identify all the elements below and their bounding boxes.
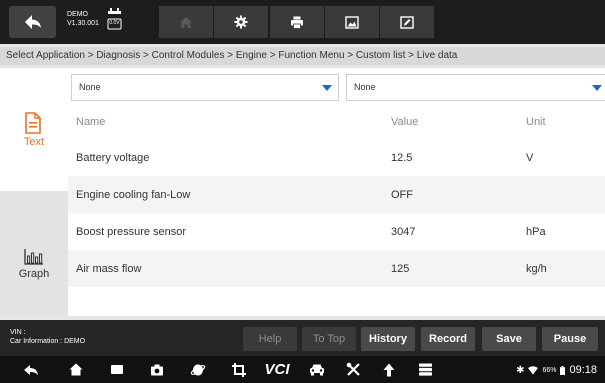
car-icon [310, 364, 324, 376]
home-icon [69, 363, 83, 376]
chevron-down-icon [592, 85, 602, 91]
text-view-tab[interactable]: Text [0, 68, 68, 191]
home-button[interactable] [159, 6, 213, 38]
vin-label: VIN : [10, 329, 26, 336]
nav-camera-button[interactable] [146, 356, 168, 383]
edit-icon [400, 15, 414, 29]
row-name: Air mass flow [76, 262, 142, 275]
tools-icon [346, 362, 360, 376]
nav-browser-button[interactable] [187, 356, 209, 383]
live-data-panel: None None Name Value Unit Battery voltag… [68, 68, 605, 316]
view-mode-sidebar: Text Graph [0, 68, 68, 316]
settings-button[interactable] [214, 6, 268, 38]
to-top-button[interactable]: To Top [302, 327, 356, 351]
nav-vehicle-button[interactable] [306, 356, 328, 383]
browser-icon [190, 364, 206, 375]
nav-vci-button[interactable]: VCI [262, 356, 292, 383]
row-unit: hPa [526, 225, 546, 238]
printer-icon [291, 16, 303, 29]
row-value: 3047 [391, 225, 416, 238]
column-header-name: Name [76, 116, 106, 128]
row-name: Boost pressure sensor [76, 225, 187, 238]
list-menu-icon [418, 363, 432, 376]
back-button[interactable] [9, 6, 56, 38]
row-name: Engine cooling fan-Low [76, 188, 191, 201]
table-header: Name Value Unit [68, 108, 605, 136]
camera-icon [151, 364, 163, 375]
graph-view-tab[interactable]: Graph [0, 191, 68, 316]
row-value: 12.5 [391, 151, 413, 164]
column-header-value: Value [391, 116, 419, 128]
car-information: Car Information : DEMO [10, 338, 86, 345]
vci-label: VCI [264, 361, 290, 378]
print-button[interactable] [270, 6, 324, 38]
nav-tools-button[interactable] [342, 356, 364, 383]
column-header-unit: Unit [526, 116, 546, 128]
voltage-value: 0.0V [109, 20, 120, 26]
bottom-action-bar: VIN : Car Information : DEMO Help To Top… [0, 320, 605, 356]
breadcrumb: Select Application > Diagnosis > Control… [0, 47, 605, 65]
nav-back-button[interactable] [20, 356, 42, 383]
nav-home-button[interactable] [65, 356, 87, 383]
row-value: 125 [391, 262, 410, 275]
nav-menu-button[interactable] [414, 356, 436, 383]
left-filter-value: None [79, 82, 101, 92]
nav-crop-button[interactable] [228, 356, 250, 383]
battery-icon [560, 365, 566, 375]
upload-arrow-icon [383, 363, 395, 376]
gear-icon [234, 15, 248, 29]
record-button[interactable]: Record [421, 327, 475, 351]
version-label: V1.30.001 [67, 20, 99, 27]
battery-percent: 66% [542, 366, 557, 374]
recent-apps-icon [111, 365, 123, 374]
voltage-indicator: 0.0V [107, 4, 122, 34]
nav-recent-apps-button[interactable] [106, 356, 128, 383]
nav-upload-button[interactable] [378, 356, 400, 383]
demo-label: DEMO [67, 11, 88, 18]
text-document-icon [25, 112, 41, 134]
help-button[interactable]: Help [243, 327, 297, 351]
table-row[interactable]: Engine cooling fan-Low OFF [68, 176, 605, 213]
text-tab-label: Text [23, 136, 45, 148]
graph-tab-label: Graph [18, 268, 50, 280]
system-navigation-bar: VCI ✱ 66% 09:18 [0, 356, 605, 383]
vehicle-battery-icon [107, 8, 122, 30]
row-name: Battery voltage [76, 151, 150, 164]
crop-icon [232, 362, 246, 377]
vehicle-info: VIN : Car Information : DEMO [10, 328, 85, 346]
left-filter-dropdown[interactable]: None [71, 74, 339, 101]
demo-version-info: DEMO V1.30.001 [67, 10, 99, 28]
clock-time: 09:18 [569, 364, 597, 376]
back-arrow-icon [24, 15, 41, 29]
edit-button[interactable] [380, 6, 434, 38]
status-indicators: ✱ 66% 09:18 [516, 364, 597, 376]
row-unit: V [526, 151, 534, 164]
bar-graph-icon [24, 249, 43, 265]
image-icon [345, 15, 359, 29]
row-unit: kg/h [526, 262, 547, 275]
bluetooth-icon: ✱ [516, 364, 525, 376]
home-icon [180, 16, 192, 28]
history-button[interactable]: History [361, 327, 415, 351]
wifi-icon [528, 365, 539, 374]
table-row[interactable]: Battery voltage 12.5 V [68, 139, 605, 176]
pause-button[interactable]: Pause [542, 327, 598, 351]
chevron-down-icon [322, 85, 332, 91]
table-row[interactable]: Air mass flow 125 kg/h [68, 250, 605, 287]
row-value: OFF [391, 188, 413, 201]
right-filter-dropdown[interactable]: None [346, 74, 605, 101]
table-row[interactable]: Boost pressure sensor 3047 hPa [68, 213, 605, 250]
screenshot-button[interactable] [325, 6, 379, 38]
right-filter-value: None [354, 82, 376, 92]
save-button[interactable]: Save [482, 327, 536, 351]
back-arrow-icon [24, 364, 38, 375]
top-toolbar: DEMO V1.30.001 0.0V [0, 0, 605, 44]
